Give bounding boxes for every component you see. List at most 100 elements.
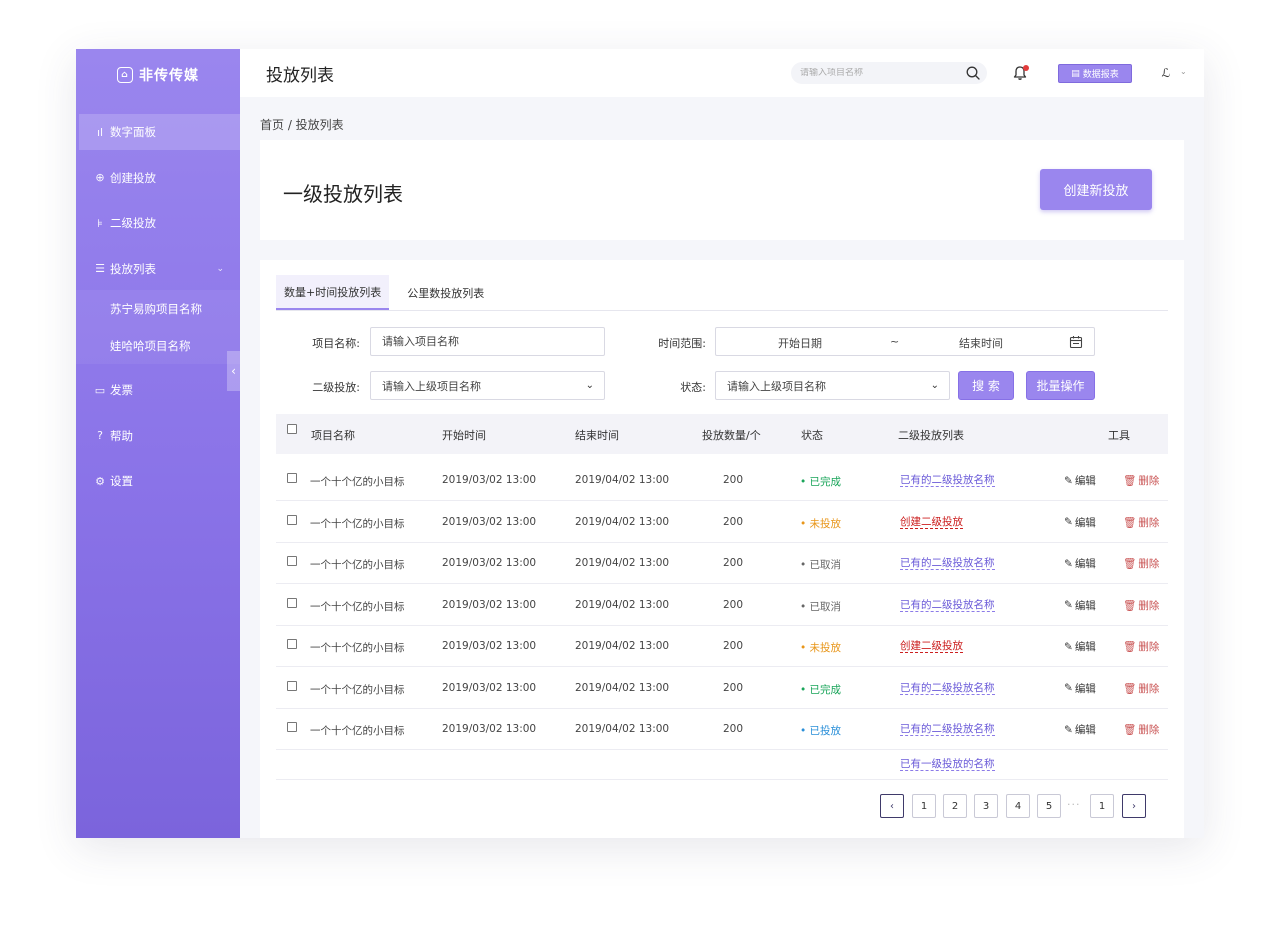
column-header: 结束时间 — [575, 429, 619, 442]
edit-button[interactable]: ✎ 编辑 — [1064, 473, 1096, 488]
page-button[interactable]: 1 — [912, 794, 936, 818]
brand-name: 非传传媒 — [139, 68, 199, 84]
secondary-campaign-link[interactable]: 已有的二级投放名称 — [900, 599, 995, 612]
delete-label: 删除 — [1138, 599, 1160, 612]
quantity-cell: 200 — [723, 598, 744, 611]
select-all-checkbox[interactable] — [287, 424, 297, 434]
sidebar-item-list[interactable]: ☰ 投放列表 ⌄ — [76, 251, 240, 287]
status-text: 已投放 — [809, 725, 842, 737]
status-text: 已完成 — [809, 683, 842, 696]
edit-icon: ✎ — [1064, 599, 1073, 611]
table-row: 一个十个亿的小目标 2019/03/02 13:00 2019/04/02 13:0… — [276, 543, 1168, 584]
edit-label: 编辑 — [1074, 682, 1096, 695]
sidebar-item-settings[interactable]: ⚙ 设置 — [76, 463, 240, 499]
quantity-cell: 200 — [723, 723, 744, 735]
delete-button[interactable]: 🗑︎ 删除 — [1123, 515, 1159, 530]
row-checkbox[interactable] — [287, 597, 297, 608]
page-button[interactable]: 1 — [1090, 794, 1114, 818]
delete-button[interactable]: 🗑︎ 删除 — [1123, 598, 1159, 613]
primary-campaign-link[interactable]: 已有一级投放的名称 — [900, 758, 995, 771]
edit-button[interactable]: ✎ 编辑 — [1064, 598, 1096, 613]
sidebar-item-invoice[interactable]: ▭ 发票 — [76, 372, 240, 408]
sidebar-nav: ıl 数字面板 ⊕ 创建投放 ⊧ 二级投放 ☰ 投放列表 ⌄ 苏宁易购项目名称 … — [76, 114, 240, 499]
search-button[interactable]: 搜 索 — [958, 371, 1014, 400]
table-header: 项目名称 开始时间 结束时间 投放数量/个 状态 二级投放列表 工具 — [276, 414, 1168, 454]
tab-quantity-time[interactable]: 数量+时间投放列表 — [276, 275, 390, 310]
secondary-select-value: 请输入上级项目名称 — [382, 379, 481, 393]
delete-button[interactable]: 🗑︎ 删除 — [1123, 556, 1159, 571]
column-header: 投放数量/个 — [702, 429, 761, 442]
delete-button[interactable]: 🗑︎ 删除 — [1123, 639, 1159, 654]
sidebar-item-dashboard[interactable]: ıl 数字面板 — [79, 114, 240, 150]
sidebar-item-label: 数字面板 — [110, 125, 156, 139]
sidebar-item-label: 二级投放 — [110, 216, 156, 230]
delete-button[interactable]: 🗑︎ 删除 — [1123, 681, 1159, 696]
secondary-campaign-link[interactable]: 已有的二级投放名称 — [900, 723, 995, 736]
delete-button[interactable]: 🗑︎ 删除 — [1123, 473, 1159, 488]
edit-label: 编辑 — [1074, 641, 1096, 653]
end-time-cell: 2019/04/02 13:00 — [575, 474, 670, 486]
end-date[interactable]: 结束时间 — [959, 335, 1003, 351]
delete-label: 删除 — [1138, 641, 1160, 653]
sidebar-item-help[interactable]: ? 帮助 — [76, 418, 240, 454]
sidebar-subitem-suning[interactable]: 苏宁易购项目名称 — [76, 290, 240, 327]
secondary-campaign-link[interactable]: 已有的二级投放名称 — [900, 557, 995, 570]
sidebar-collapse-button[interactable]: ‹ — [227, 351, 240, 391]
chevron-down-icon[interactable]: ⌄ — [1180, 67, 1187, 76]
data-report-button[interactable]: ▤ 数据报表 — [1058, 64, 1132, 83]
row-checkbox[interactable] — [287, 556, 297, 566]
search-input[interactable] — [800, 68, 960, 78]
edit-button[interactable]: ✎ 编辑 — [1064, 639, 1096, 654]
search-icon[interactable] — [965, 65, 981, 81]
edit-button[interactable]: ✎ 编辑 — [1064, 681, 1096, 696]
secondary-campaign-link[interactable]: 已有的二级投放名称 — [900, 474, 995, 487]
edit-button[interactable]: ✎ 编辑 — [1064, 556, 1096, 571]
row-checkbox[interactable] — [287, 473, 297, 483]
trash-icon: 🗑︎ — [1123, 558, 1137, 570]
project-name-field — [370, 327, 605, 356]
sidebar-item-secondary[interactable]: ⊧ 二级投放 — [76, 205, 240, 241]
start-time-cell: 2019/03/02 13:00 — [442, 598, 537, 611]
page-button[interactable]: 4 — [1006, 794, 1030, 818]
column-header: 开始时间 — [442, 429, 486, 442]
row-checkbox[interactable] — [287, 514, 297, 525]
next-page-button[interactable]: › — [1122, 794, 1146, 818]
range-separator: ~ — [890, 335, 900, 348]
notification-bell[interactable] — [1010, 63, 1030, 83]
project-name-input[interactable] — [382, 335, 604, 348]
brand-logo[interactable]: ⌂ 非传传媒 — [76, 49, 240, 101]
tab-kilometer[interactable]: 公里数投放列表 — [399, 275, 492, 310]
edit-button[interactable]: ✎ 编辑 — [1064, 722, 1096, 737]
tab-bar: 数量+时间投放列表 公里数投放列表 — [276, 275, 1168, 311]
create-new-button[interactable]: 创建新投放 — [1040, 169, 1152, 210]
end-time-cell: 2019/04/02 13:00 — [575, 515, 670, 528]
delete-button[interactable]: 🗑︎ 删除 — [1123, 722, 1159, 737]
status-select[interactable]: 请输入上级项目名称 ⌄ — [715, 371, 950, 400]
prev-page-button[interactable]: ‹ — [880, 794, 904, 818]
time-range-label: 时间范围: — [658, 337, 706, 350]
secondary-campaign-link[interactable]: 已有的二级投放名称 — [900, 682, 995, 695]
date-range-picker[interactable]: 开始日期 ~ 结束时间 — [715, 327, 1095, 356]
app-window: ⌂ 非传传媒 ıl 数字面板 ⊕ 创建投放 ⊧ 二级投放 ☰ 投放列表 ⌄ 苏宁… — [76, 49, 1204, 838]
row-checkbox[interactable] — [287, 639, 297, 649]
create-secondary-link[interactable]: 创建二级投放 — [900, 516, 963, 529]
avatar[interactable]: ℒ — [1154, 61, 1178, 85]
column-header: 项目名称 — [311, 429, 355, 442]
table-row: 一个十个亿的小目标 2019/03/02 13:00 2019/04/02 13:0… — [276, 709, 1168, 750]
page-button[interactable]: 2 — [943, 794, 967, 818]
edit-button[interactable]: ✎ 编辑 — [1064, 515, 1096, 530]
status-dot: • — [800, 683, 810, 696]
page-button[interactable]: 3 — [974, 794, 998, 818]
secondary-select[interactable]: 请输入上级项目名称 ⌄ — [370, 371, 605, 400]
create-secondary-link[interactable]: 创建二级投放 — [900, 640, 963, 653]
start-date[interactable]: 开始日期 — [778, 335, 822, 351]
page-button[interactable]: 5 — [1037, 794, 1061, 818]
batch-operation-button[interactable]: 批量操作 — [1026, 371, 1095, 400]
tree-icon: ⊧ — [97, 216, 103, 230]
sidebar-item-create[interactable]: ⊕ 创建投放 — [76, 160, 240, 196]
row-checkbox[interactable] — [287, 722, 297, 732]
table-row: 一个十个亿的小目标 2019/03/02 13:00 2019/04/02 13:0… — [276, 626, 1168, 667]
column-header: 工具 — [1108, 429, 1130, 442]
sidebar-subitem-wahaha[interactable]: 娃哈哈项目名称 — [76, 327, 240, 364]
row-checkbox[interactable] — [287, 680, 297, 691]
